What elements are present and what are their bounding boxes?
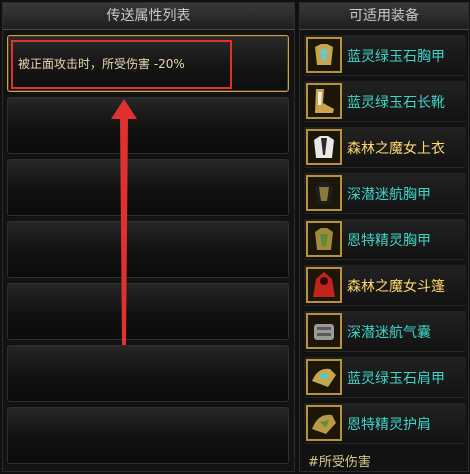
equipment-item-2-label: 蓝灵绿玉石长靴: [347, 95, 445, 111]
transfer-attribute-window: 传送属性列表 被正面攻击时，所受伤害 -20% 可适用装备 蓝灵绿玉石胸甲 蓝灵…: [0, 0, 470, 474]
damage-taken-tag[interactable]: #所受伤害: [308, 451, 371, 470]
right-panel-title: 可适用装备: [300, 3, 468, 30]
attribute-slot-4[interactable]: [7, 221, 289, 278]
deep-dive-chest-armor-icon: [306, 175, 342, 211]
equipment-item-9-label: 恩特精灵护肩: [347, 417, 431, 433]
forest-witch-top-icon: [306, 129, 342, 165]
blue-jade-shoulder-icon: [306, 359, 342, 395]
blue-jade-boots-icon: [306, 83, 342, 119]
attribute-slot-2[interactable]: [7, 97, 289, 154]
equipment-item-7[interactable]: 深潜迷航气囊: [304, 311, 466, 352]
attribute-slot-6[interactable]: [7, 345, 289, 402]
equipment-item-2[interactable]: 蓝灵绿玉石长靴: [304, 81, 466, 122]
attribute-slot-5[interactable]: [7, 283, 289, 340]
ent-spirit-shoulder-icon: [306, 405, 342, 441]
applicable-equipment-panel: 可适用装备 蓝灵绿玉石胸甲 蓝灵绿玉石长靴 森林之魔女上衣 深潜迷航胸甲 恩特精…: [299, 2, 469, 472]
equipment-item-8-label: 蓝灵绿玉石肩甲: [347, 371, 445, 387]
equipment-item-1-label: 蓝灵绿玉石胸甲: [347, 49, 445, 65]
equipment-item-6[interactable]: 森林之魔女斗篷: [304, 265, 466, 306]
equipment-item-5-label: 恩特精灵胸甲: [347, 233, 431, 249]
annotation-highlight-box: [11, 40, 232, 89]
deep-dive-airbag-icon: [306, 313, 342, 349]
equipment-item-3-label: 森林之魔女上衣: [347, 141, 445, 157]
equipment-item-6-label: 森林之魔女斗篷: [347, 279, 445, 295]
ent-spirit-chest-armor-icon: [306, 221, 342, 257]
equipment-item-9[interactable]: 恩特精灵护肩: [304, 403, 466, 444]
annotation-arrow-up: [111, 99, 137, 345]
equipment-item-7-label: 深潜迷航气囊: [347, 325, 431, 341]
equipment-item-5[interactable]: 恩特精灵胸甲: [304, 219, 466, 260]
equipment-item-1[interactable]: 蓝灵绿玉石胸甲: [304, 35, 466, 76]
transfer-attribute-list-panel: 传送属性列表 被正面攻击时，所受伤害 -20%: [2, 2, 295, 472]
forest-witch-cloak-icon: [306, 267, 342, 303]
attribute-slot-7[interactable]: [7, 407, 289, 464]
equipment-item-4[interactable]: 深潜迷航胸甲: [304, 173, 466, 214]
attribute-slot-3[interactable]: [7, 159, 289, 216]
blue-jade-chest-armor-icon: [306, 37, 342, 73]
equipment-item-4-label: 深潜迷航胸甲: [347, 187, 431, 203]
equipment-item-3[interactable]: 森林之魔女上衣: [304, 127, 466, 168]
left-panel-title: 传送属性列表: [3, 3, 294, 30]
equipment-item-8[interactable]: 蓝灵绿玉石肩甲: [304, 357, 466, 398]
